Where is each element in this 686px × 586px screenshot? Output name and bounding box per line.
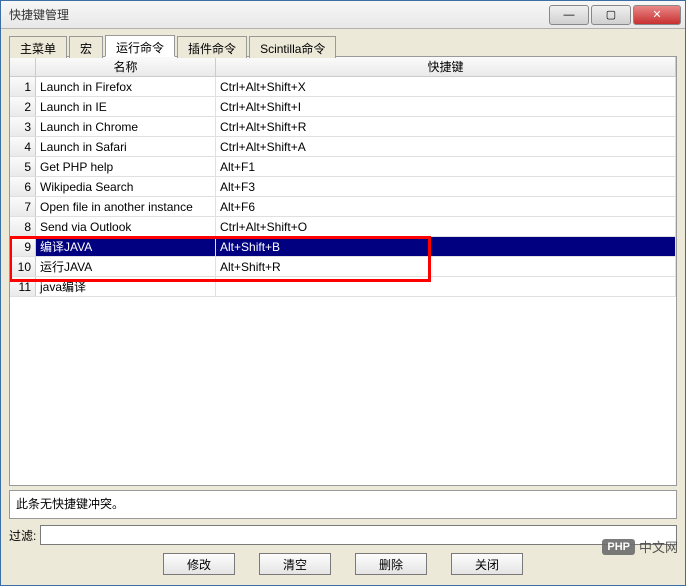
table-row[interactable]: 11java编译 (10, 277, 676, 297)
row-number: 10 (10, 257, 36, 276)
table-header: 名称 快捷键 (10, 57, 676, 77)
row-number: 8 (10, 217, 36, 236)
table-row[interactable]: 2Launch in IECtrl+Alt+Shift+I (10, 97, 676, 117)
table-row[interactable]: 8Send via OutlookCtrl+Alt+Shift+O (10, 217, 676, 237)
row-shortcut: Ctrl+Alt+Shift+I (216, 97, 676, 116)
window-title: 快捷键管理 (5, 6, 549, 23)
modify-button[interactable]: 修改 (163, 553, 235, 575)
shortcut-manager-window: 快捷键管理 — ▢ ✕ 主菜单 宏 运行命令 插件命令 Scintilla命令 … (0, 0, 686, 586)
action-buttons: 修改 清空 删除 关闭 (9, 545, 677, 581)
col-header-name[interactable]: 名称 (36, 57, 216, 76)
row-shortcut: Ctrl+Alt+Shift+X (216, 77, 676, 96)
table-row[interactable]: 7Open file in another instanceAlt+F6 (10, 197, 676, 217)
row-shortcut: Alt+F6 (216, 197, 676, 216)
tab-plugin-commands[interactable]: 插件命令 (177, 36, 247, 58)
table-row[interactable]: 4Launch in SafariCtrl+Alt+Shift+A (10, 137, 676, 157)
row-name: Wikipedia Search (36, 177, 216, 196)
content-area: 主菜单 宏 运行命令 插件命令 Scintilla命令 名称 快捷键 1Laun… (1, 29, 685, 585)
row-name: Launch in Chrome (36, 117, 216, 136)
table-row[interactable]: 1Launch in FirefoxCtrl+Alt+Shift+X (10, 77, 676, 97)
row-number: 11 (10, 277, 36, 296)
shortcut-table-panel: 名称 快捷键 1Launch in FirefoxCtrl+Alt+Shift+… (9, 56, 677, 486)
table-row[interactable]: 3Launch in ChromeCtrl+Alt+Shift+R (10, 117, 676, 137)
row-name: Launch in IE (36, 97, 216, 116)
row-shortcut: Ctrl+Alt+Shift+A (216, 137, 676, 156)
row-name: Launch in Safari (36, 137, 216, 156)
row-shortcut: Alt+F3 (216, 177, 676, 196)
row-number: 1 (10, 77, 36, 96)
row-shortcut: Ctrl+Alt+Shift+O (216, 217, 676, 236)
row-shortcut: Alt+F1 (216, 157, 676, 176)
tab-bar: 主菜单 宏 运行命令 插件命令 Scintilla命令 (9, 35, 677, 57)
row-number: 3 (10, 117, 36, 136)
row-name: Open file in another instance (36, 197, 216, 216)
row-number: 4 (10, 137, 36, 156)
tab-macros[interactable]: 宏 (69, 36, 103, 58)
row-name: Send via Outlook (36, 217, 216, 236)
tab-main-menu[interactable]: 主菜单 (9, 36, 67, 58)
filter-label: 过滤: (9, 527, 36, 544)
row-shortcut: Ctrl+Alt+Shift+R (216, 117, 676, 136)
col-header-number (10, 57, 36, 76)
row-number: 5 (10, 157, 36, 176)
row-shortcut: Alt+Shift+R (216, 257, 676, 276)
minimize-button[interactable]: — (549, 5, 589, 25)
row-number: 6 (10, 177, 36, 196)
col-header-shortcut[interactable]: 快捷键 (216, 57, 676, 76)
row-shortcut (216, 277, 676, 296)
table-body[interactable]: 1Launch in FirefoxCtrl+Alt+Shift+X2Launc… (10, 77, 676, 485)
conflict-status: 此条无快捷键冲突。 (9, 490, 677, 519)
filter-input[interactable] (40, 525, 677, 545)
row-name: Get PHP help (36, 157, 216, 176)
row-number: 7 (10, 197, 36, 216)
row-number: 2 (10, 97, 36, 116)
row-number: 9 (10, 237, 36, 256)
row-shortcut: Alt+Shift+B (216, 237, 676, 256)
close-button[interactable]: 关闭 (451, 553, 523, 575)
clear-button[interactable]: 清空 (259, 553, 331, 575)
row-name: 运行JAVA (36, 257, 216, 276)
filter-row: 过滤: (9, 525, 677, 545)
row-name: 编译JAVA (36, 237, 216, 256)
tab-scintilla-commands[interactable]: Scintilla命令 (249, 36, 336, 58)
row-name: java编译 (36, 277, 216, 296)
titlebar[interactable]: 快捷键管理 — ▢ ✕ (1, 1, 685, 29)
delete-button[interactable]: 删除 (355, 553, 427, 575)
table-row[interactable]: 6Wikipedia SearchAlt+F3 (10, 177, 676, 197)
tab-run-commands[interactable]: 运行命令 (105, 35, 175, 57)
row-name: Launch in Firefox (36, 77, 216, 96)
table-row[interactable]: 10运行JAVAAlt+Shift+R (10, 257, 676, 277)
table-row[interactable]: 9编译JAVAAlt+Shift+B (10, 237, 676, 257)
maximize-button[interactable]: ▢ (591, 5, 631, 25)
table-row[interactable]: 5Get PHP helpAlt+F1 (10, 157, 676, 177)
close-window-button[interactable]: ✕ (633, 5, 681, 25)
